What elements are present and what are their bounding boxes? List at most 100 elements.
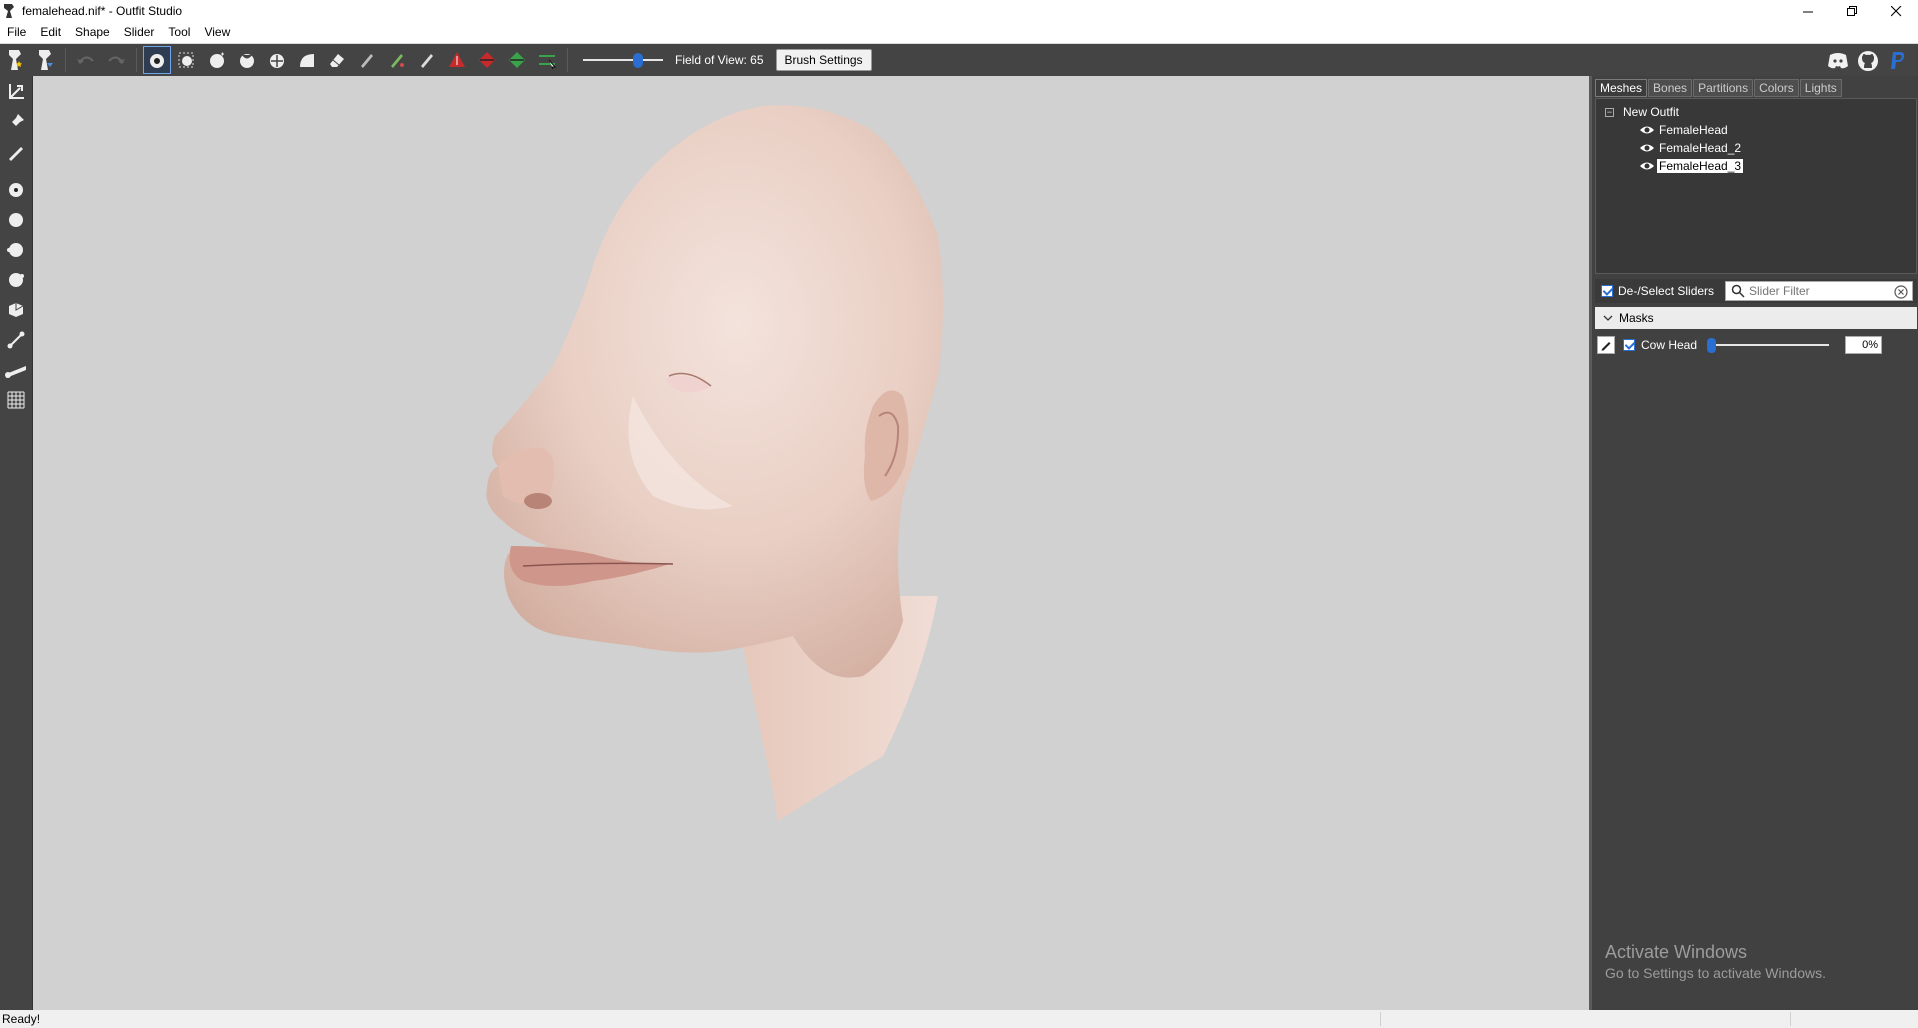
load-project-icon — [39, 50, 53, 70]
tab-lights[interactable]: Lights — [1799, 79, 1842, 97]
menu-file[interactable]: File — [0, 25, 33, 39]
paypal-button[interactable] — [1884, 47, 1912, 75]
deflate-brush-button[interactable] — [233, 46, 261, 74]
search-icon — [1731, 284, 1745, 298]
right-panel: Meshes Bones Partitions Colors Lights − … — [1589, 76, 1918, 1010]
toolbar-separator — [65, 48, 66, 72]
move-vertex-icon — [539, 55, 557, 70]
bone-paint-icon — [5, 366, 26, 378]
weight-brush-button[interactable] — [353, 46, 381, 74]
slider-control[interactable] — [1705, 335, 1833, 355]
move-brush-button[interactable] — [263, 46, 291, 74]
mask-brush-icon — [178, 52, 194, 68]
inflate-brush-icon — [210, 52, 224, 68]
clear-filter-icon[interactable] — [1894, 285, 1908, 299]
toolbar-links — [1822, 44, 1912, 77]
collapse-icon[interactable]: − — [1605, 107, 1614, 117]
brush-select-tool-button[interactable] — [2, 176, 30, 204]
tab-colors[interactable]: Colors — [1754, 79, 1799, 97]
deflate-brush-icon — [240, 54, 254, 68]
tab-bones[interactable]: Bones — [1648, 79, 1693, 97]
pencil-icon — [361, 54, 373, 68]
slider-filter-field[interactable] — [1725, 281, 1913, 301]
brush-smooth-tool-button[interactable] — [2, 296, 30, 324]
eye-icon[interactable] — [1639, 160, 1655, 172]
tree-item-femalehead-3[interactable]: FemaleHead_3 — [1639, 158, 1745, 174]
color-brush-button[interactable] — [383, 46, 411, 74]
menu-view[interactable]: View — [197, 25, 237, 39]
head-mesh-render — [486, 105, 943, 821]
collapse-vertex-button[interactable] — [443, 46, 471, 74]
eye-icon[interactable] — [1639, 124, 1655, 136]
close-button[interactable] — [1874, 0, 1918, 22]
brush-deflate-tool-button[interactable] — [2, 236, 30, 264]
mask-brush-button[interactable] — [173, 46, 201, 74]
mesh-tree: − New Outfit FemaleHead FemaleHead_2 Fem… — [1595, 98, 1917, 274]
undiff-brush-button[interactable] — [323, 46, 351, 74]
undo-button[interactable] — [72, 46, 100, 74]
field-of-view-label: Field of View: 65 — [675, 53, 764, 67]
window-controls — [1786, 0, 1918, 22]
tab-meshes[interactable]: Meshes — [1595, 79, 1648, 97]
brush-settings-button[interactable]: Brush Settings — [775, 49, 872, 71]
edit-slider-button[interactable] — [1597, 336, 1615, 354]
inflate-brush-icon — [9, 213, 23, 227]
slider-thumb[interactable] — [1707, 338, 1716, 353]
flip-edge-icon — [479, 52, 495, 68]
new-project-button[interactable] — [1, 46, 29, 74]
select-brush-button[interactable] — [143, 46, 171, 74]
grid-tool-button[interactable] — [2, 386, 30, 414]
menu-edit[interactable]: Edit — [33, 25, 68, 39]
tab-partitions[interactable]: Partitions — [1693, 79, 1754, 97]
brush-move-tool-button[interactable] — [2, 266, 30, 294]
minimize-icon — [1802, 11, 1813, 12]
panel-tabs: Meshes Bones Partitions Colors Lights — [1595, 79, 1843, 97]
move-brush-icon — [270, 54, 284, 68]
menu-slider[interactable]: Slider — [117, 25, 162, 39]
fov-slider-thumb[interactable] — [633, 53, 643, 68]
masks-section-header[interactable]: Masks — [1595, 307, 1917, 329]
slider-filter-input[interactable] — [1749, 284, 1889, 298]
bone-tool-button[interactable] — [2, 326, 30, 354]
inflate-brush-button[interactable] — [203, 46, 231, 74]
field-of-view-slider[interactable] — [579, 46, 667, 74]
deselect-sliders-checkbox[interactable] — [1601, 285, 1613, 297]
watermark-line-2: Go to Settings to activate Windows. — [1605, 965, 1826, 981]
watermark-line-1: Activate Windows — [1605, 942, 1748, 962]
bone-icon — [7, 331, 25, 349]
redo-button[interactable] — [102, 46, 130, 74]
tree-root-outfit[interactable]: − New Outfit — [1605, 105, 1679, 119]
slider-header: De-/Select Sliders — [1595, 279, 1917, 303]
tree-item-femalehead[interactable]: FemaleHead — [1639, 123, 1730, 137]
flip-edge-button[interactable] — [473, 46, 501, 74]
smooth-brush-button[interactable] — [293, 46, 321, 74]
toolbar-separator — [136, 48, 137, 72]
color-brush-icon — [391, 54, 404, 68]
deflate-brush-icon — [7, 243, 23, 257]
slider-checkbox[interactable] — [1623, 339, 1635, 351]
split-edge-button[interactable] — [503, 46, 531, 74]
alpha-brush-button[interactable] — [413, 46, 441, 74]
brush-inflate-tool-button[interactable] — [2, 206, 30, 234]
vertex-edit-tool-button[interactable] — [2, 138, 30, 166]
pivot-tool-button[interactable] — [2, 108, 30, 136]
toolbar-separator — [567, 48, 568, 72]
transform-tool-button[interactable] — [2, 78, 30, 106]
fov-slider-track — [583, 59, 663, 61]
github-button[interactable] — [1854, 47, 1882, 75]
restore-button[interactable] — [1830, 0, 1874, 22]
eye-icon[interactable] — [1639, 142, 1655, 154]
menu-shape[interactable]: Shape — [68, 25, 117, 39]
slider-value-field[interactable]: 0% — [1845, 336, 1882, 354]
close-icon — [1890, 5, 1901, 16]
masks-label: Masks — [1619, 311, 1654, 325]
menu-tool[interactable]: Tool — [161, 25, 197, 39]
3d-viewport[interactable] — [33, 76, 1589, 1010]
load-project-button[interactable] — [31, 46, 59, 74]
minimize-button[interactable] — [1786, 0, 1830, 22]
weight-bone-tool-button[interactable] — [2, 356, 30, 384]
discord-button[interactable] — [1824, 47, 1852, 75]
tree-item-femalehead-2[interactable]: FemaleHead_2 — [1639, 141, 1743, 155]
move-vertex-button[interactable] — [533, 46, 561, 74]
select-brush-icon — [150, 54, 164, 68]
